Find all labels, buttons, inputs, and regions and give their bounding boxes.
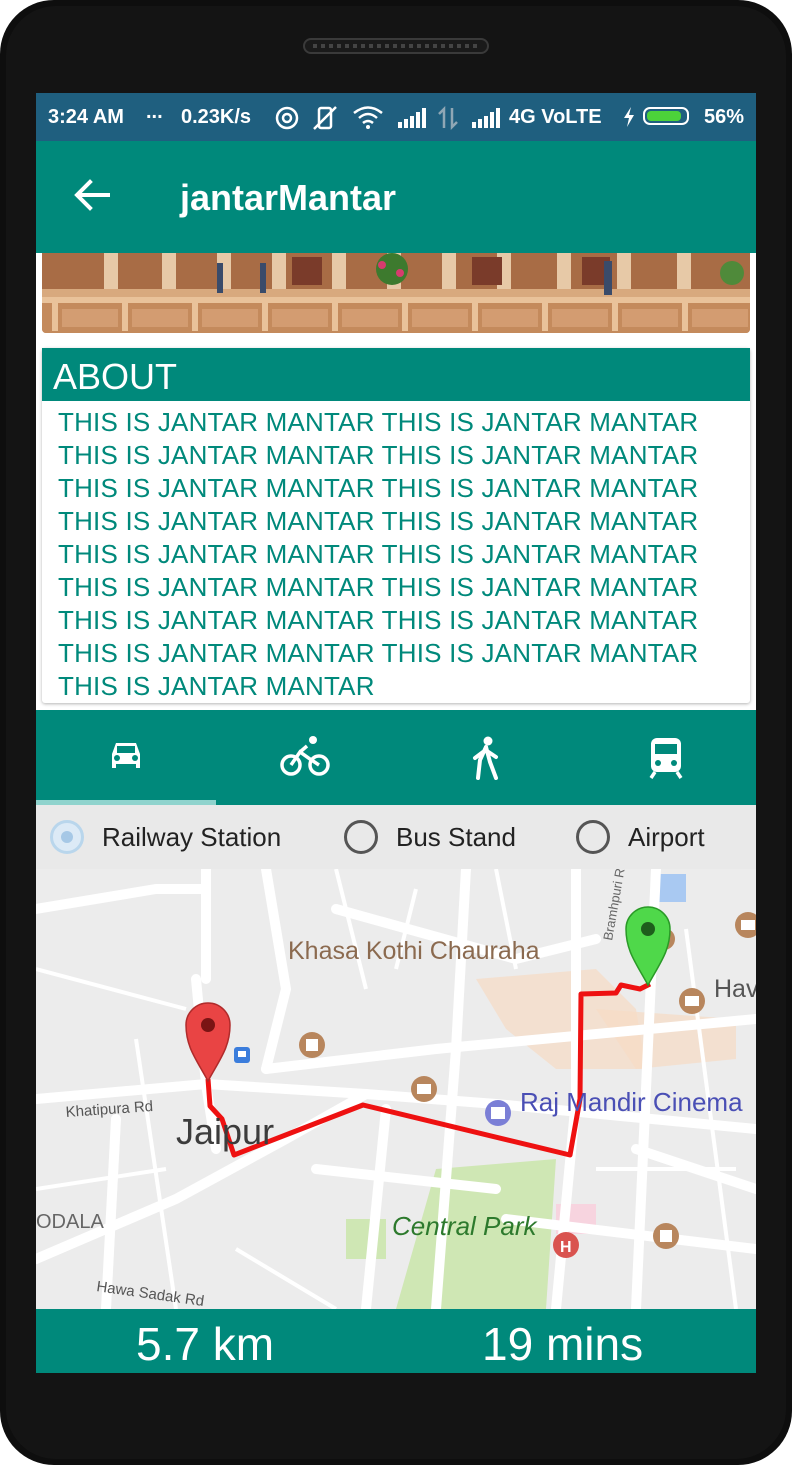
data-transfer-icon — [438, 106, 458, 130]
hospital-icon: H — [553, 1232, 579, 1258]
radio-label: Bus Stand — [396, 821, 516, 852]
destination-selector: Railway Station Bus Stand Airport — [36, 805, 756, 869]
battery-level — [647, 111, 682, 121]
place-photo — [42, 253, 750, 333]
about-line: THIS IS JANTAR MANTAR THIS IS JANTAR MAN… — [58, 440, 699, 470]
about-heading: ABOUT — [53, 356, 178, 397]
tab-walking[interactable] — [396, 710, 576, 805]
mute-vibrate-icon — [313, 106, 337, 130]
network-speed: 0.23K/s — [181, 106, 252, 128]
about-line: THIS IS JANTAR MANTAR THIS IS JANTAR MAN… — [58, 506, 699, 536]
map-label-khasa-kothi: Khasa Kothi Chauraha — [288, 937, 540, 965]
tab-bicycling[interactable] — [216, 710, 396, 805]
signal-strength-icon — [398, 108, 426, 128]
map-canvas[interactable]: H Khasa Kothi Chauraha Jaipur Raj Mandir… — [36, 869, 756, 1309]
monument-icon — [653, 1223, 679, 1249]
walk-icon — [473, 736, 498, 780]
transit-stop-icon — [234, 1047, 250, 1063]
phone-chin — [0, 1405, 792, 1465]
radio-railway-station[interactable]: Railway Station — [50, 817, 281, 857]
about-text: THIS IS JANTAR MANTAR THIS IS JANTAR MAN… — [58, 406, 738, 703]
camera-poi-icon — [679, 988, 705, 1014]
car-icon — [112, 743, 140, 768]
about-line: THIS IS JANTAR MANTAR THIS IS JANTAR MAN… — [58, 605, 699, 635]
about-header: ABOUT — [42, 348, 750, 401]
radio-label: Airport — [628, 821, 705, 852]
route-distance: 5.7 km — [136, 1318, 275, 1370]
map-label-hav: Hav — [714, 975, 756, 1003]
map-label-city: Jaipur — [176, 1111, 274, 1152]
about-line: THIS IS JANTAR MANTAR THIS IS JANTAR MAN… — [58, 407, 699, 437]
radio-label: Railway Station — [102, 821, 282, 852]
status-dots: ... — [146, 101, 163, 123]
map-label-central-park: Central Park — [392, 1211, 538, 1241]
network-type: 4G VoLTE — [509, 106, 602, 128]
hotspot-icon — [275, 106, 299, 130]
radio-button[interactable] — [576, 820, 610, 854]
route-map[interactable]: H Khasa Kothi Chauraha Jaipur Raj Mandir… — [36, 869, 756, 1309]
status-bar: 3:24 AM ... 0.23K/s 4G VoLTE 56% — [36, 93, 756, 141]
wifi-icon — [353, 106, 383, 129]
status-time: 3:24 AM — [48, 106, 124, 128]
battery-icon — [643, 107, 689, 125]
route-duration: 19 mins — [482, 1318, 644, 1370]
park-area — [346, 1219, 386, 1259]
monument-icon — [299, 1032, 325, 1058]
radio-bus-stand[interactable]: Bus Stand — [344, 817, 516, 857]
battery-percent: 56% — [704, 106, 745, 128]
travel-mode-tabs — [36, 710, 756, 805]
page-title: jantarMantar — [180, 177, 397, 218]
phone-frame: 3:24 AM ... 0.23K/s 4G VoLTE 56% jantarM… — [0, 0, 792, 1465]
radio-airport[interactable]: Airport — [576, 817, 705, 857]
signal-strength-2-icon — [472, 108, 500, 128]
tab-transit[interactable] — [576, 710, 756, 805]
tab-driving[interactable] — [36, 710, 216, 805]
radio-button-selected[interactable] — [50, 820, 84, 854]
about-line: THIS IS JANTAR MANTAR THIS IS JANTAR MAN… — [58, 539, 699, 569]
back-arrow-icon[interactable] — [72, 175, 112, 215]
app-screen: 3:24 AM ... 0.23K/s 4G VoLTE 56% jantarM… — [36, 93, 756, 1373]
train-icon — [649, 738, 683, 779]
place-photo-illustration — [42, 253, 750, 333]
post-office-icon — [411, 1076, 437, 1102]
app-bar: jantarMantar — [36, 141, 756, 253]
bicycle-icon — [280, 736, 330, 776]
svg-text:H: H — [560, 1239, 572, 1256]
map-label-odala: ODALA — [36, 1211, 104, 1233]
cinema-icon — [485, 1100, 511, 1126]
radio-button[interactable] — [344, 820, 378, 854]
about-line: THIS IS JANTAR MANTAR THIS IS JANTAR MAN… — [58, 638, 699, 668]
route-summary-bar: 5.7 km 19 mins — [36, 1309, 756, 1373]
earpiece-speaker — [303, 38, 489, 54]
map-label-raj-mandir: Raj Mandir Cinema — [520, 1087, 743, 1117]
about-line: THIS IS JANTAR MANTAR — [58, 671, 375, 701]
charging-icon — [624, 107, 634, 127]
about-line: THIS IS JANTAR MANTAR THIS IS JANTAR MAN… — [58, 473, 699, 503]
about-line: THIS IS JANTAR MANTAR THIS IS JANTAR MAN… — [58, 572, 699, 602]
about-card: ABOUT THIS IS JANTAR MANTAR THIS IS JANT… — [42, 348, 750, 703]
